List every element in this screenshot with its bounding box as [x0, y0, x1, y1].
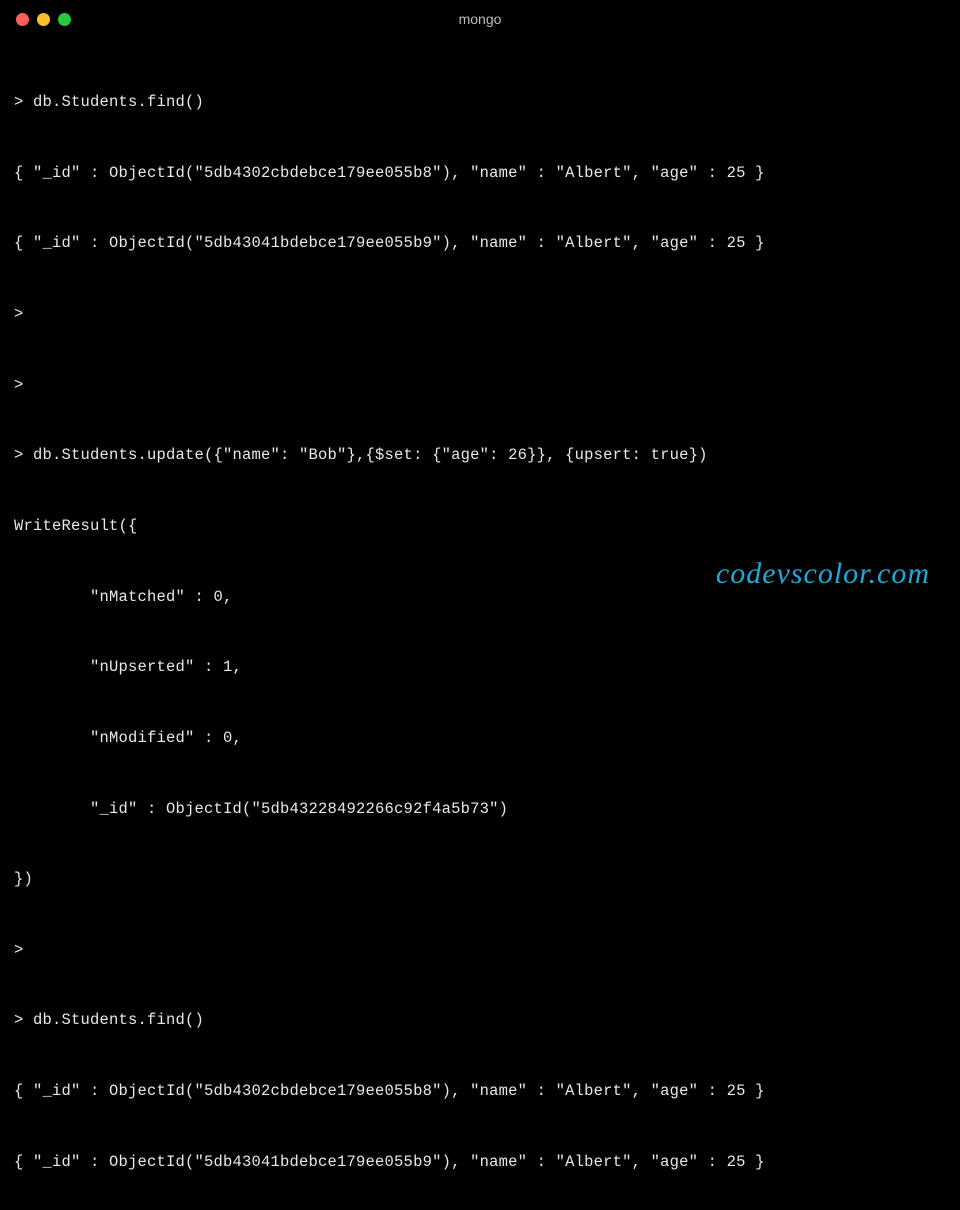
terminal-line: > — [14, 303, 946, 327]
terminal-line: "nModified" : 0, — [14, 727, 946, 751]
terminal-line: > db.Students.update({"name": "Bob"},{$s… — [14, 444, 946, 468]
terminal-body[interactable]: > db.Students.find() { "_id" : ObjectId(… — [0, 38, 960, 1210]
terminal-line: "_id" : ObjectId("5db43228492266c92f4a5b… — [14, 798, 946, 822]
titlebar: mongo — [0, 0, 960, 38]
terminal-line: }) — [14, 868, 946, 892]
terminal-line: { "_id" : ObjectId("5db43041bdebce179ee0… — [14, 1151, 946, 1175]
terminal-line: > db.Students.find() — [14, 1009, 946, 1033]
minimize-icon[interactable] — [37, 13, 50, 26]
terminal-line: WriteResult({ — [14, 515, 946, 539]
close-icon[interactable] — [16, 13, 29, 26]
terminal-line: > — [14, 939, 946, 963]
terminal-line: { "_id" : ObjectId("5db4302cbdebce179ee0… — [14, 1080, 946, 1104]
terminal-line: { "_id" : ObjectId("5db43041bdebce179ee0… — [14, 232, 946, 256]
terminal-line: > db.Students.find() — [14, 91, 946, 115]
window-title: mongo — [459, 11, 502, 27]
terminal-line: "nUpserted" : 1, — [14, 656, 946, 680]
maximize-icon[interactable] — [58, 13, 71, 26]
watermark-text: codevscolor.com — [716, 557, 930, 591]
traffic-lights — [16, 13, 71, 26]
terminal-line: { "_id" : ObjectId("5db4302cbdebce179ee0… — [14, 162, 946, 186]
terminal-line: > — [14, 374, 946, 398]
